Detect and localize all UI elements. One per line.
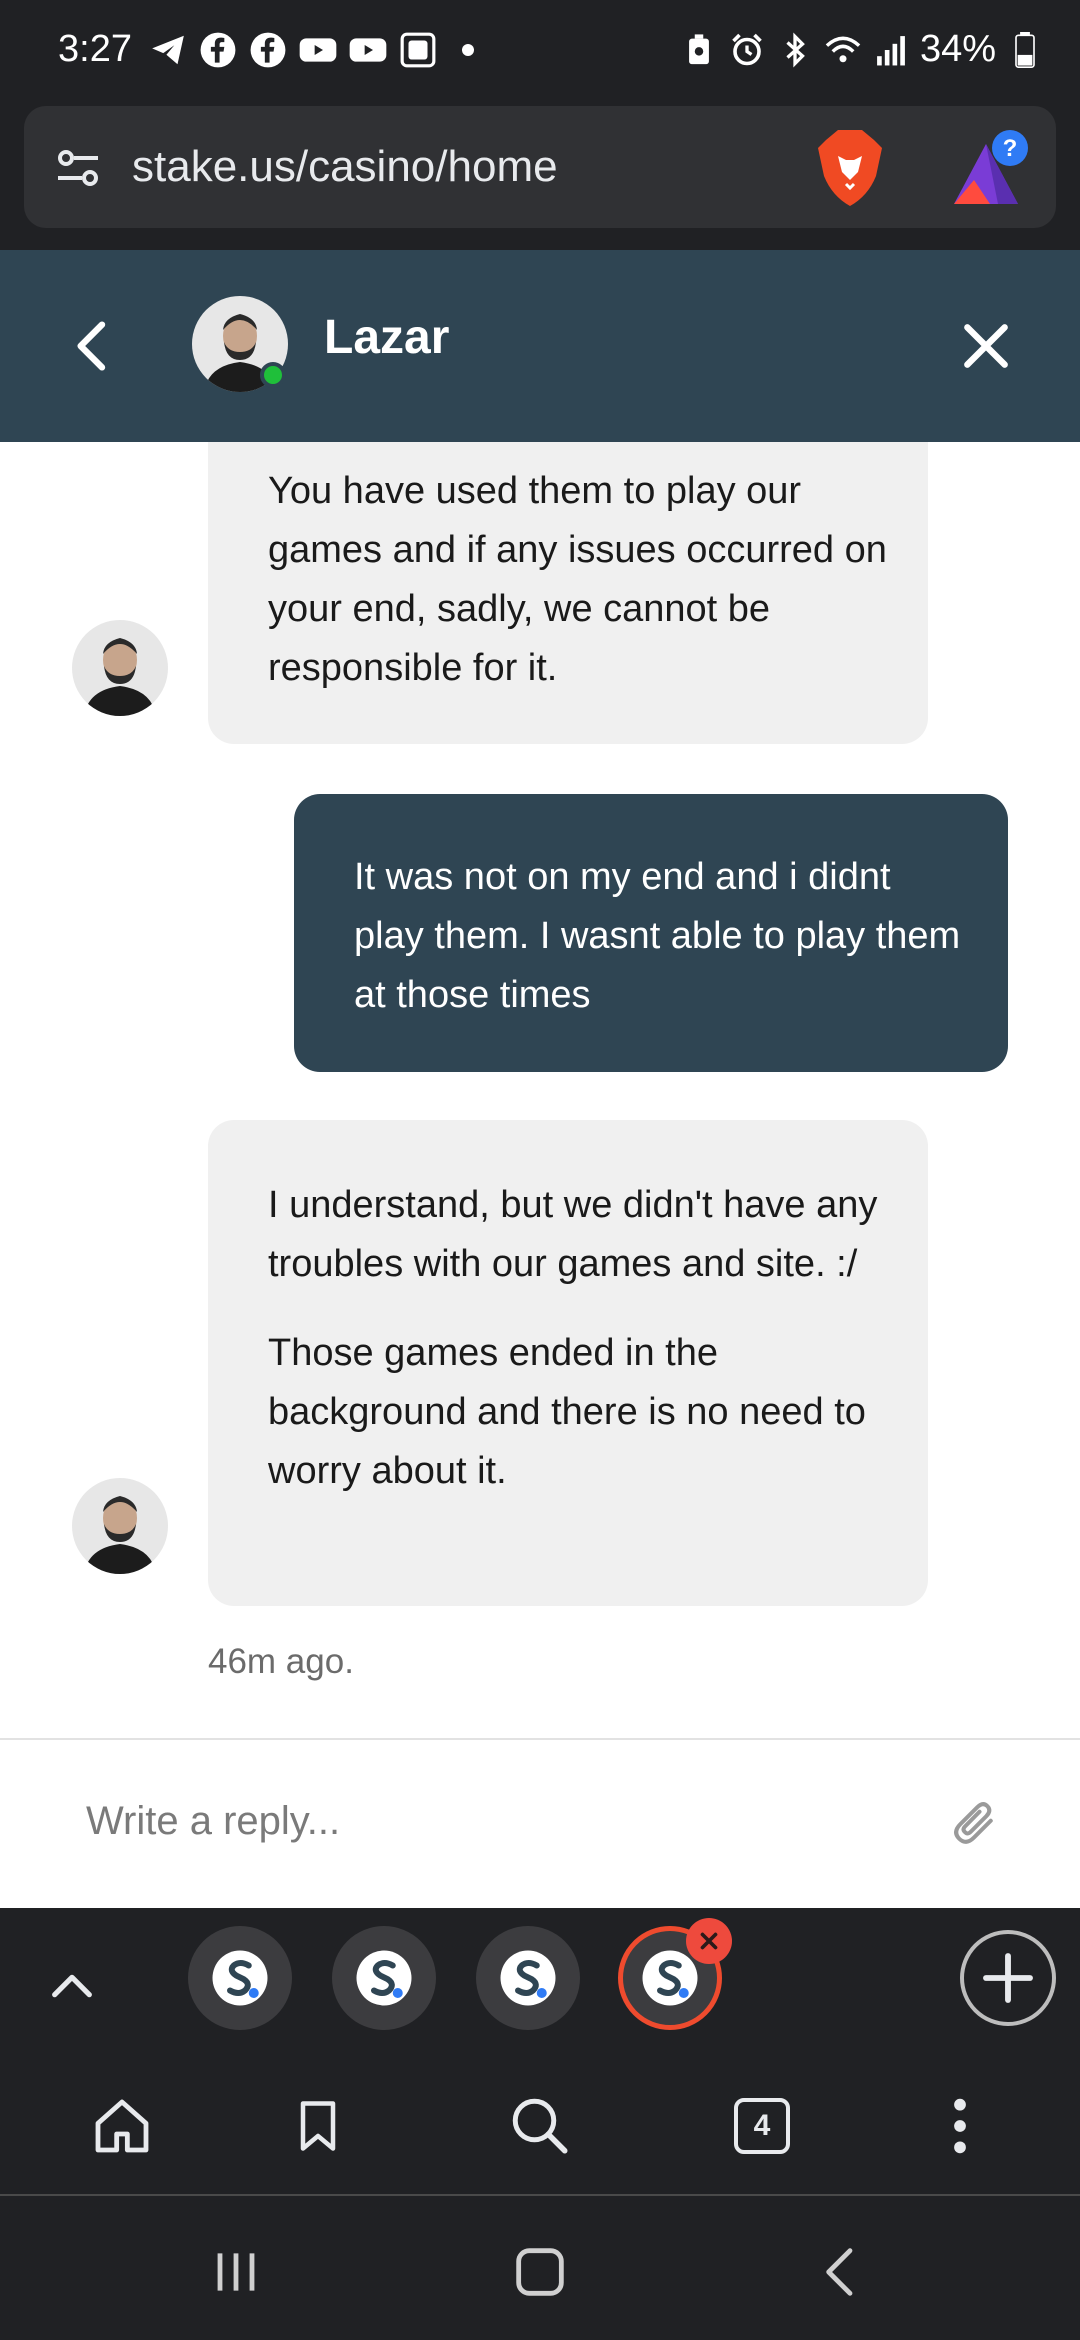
online-status-indicator xyxy=(260,362,286,388)
reply-composer xyxy=(0,1738,1080,1908)
bookmark-icon xyxy=(300,2101,336,2151)
home-button[interactable] xyxy=(86,2090,158,2162)
message-text: It was not on my end and i didnt play th… xyxy=(354,856,961,1016)
more-notifications-dot xyxy=(462,44,474,56)
system-status: 34% xyxy=(680,28,1044,71)
status-bar: 3:27 34% xyxy=(0,0,1080,104)
app-icon xyxy=(398,30,438,70)
user-message: It was not on my end and i didnt play th… xyxy=(294,794,1008,1072)
reply-input[interactable] xyxy=(86,1776,926,1866)
battery-saver-icon xyxy=(680,31,718,69)
battery-icon xyxy=(1006,31,1044,69)
notification-icons xyxy=(148,30,474,70)
search-button[interactable] xyxy=(504,2090,576,2162)
site-settings-icon[interactable] xyxy=(54,144,102,192)
recent-apps-icon[interactable] xyxy=(204,2240,268,2304)
facebook-icon xyxy=(198,30,238,70)
tab-thumbnail[interactable] xyxy=(188,1926,292,2030)
attachment-icon[interactable] xyxy=(948,1796,1002,1850)
message-text: I understand, but we didn't have any tro… xyxy=(268,1184,878,1285)
tab-count: 4 xyxy=(734,2098,790,2154)
bluetooth-icon xyxy=(776,31,814,69)
agent-avatar xyxy=(72,1478,168,1574)
close-icon xyxy=(700,1932,718,1950)
agent-message: I understand, but we didn't have any tro… xyxy=(208,1120,928,1606)
alarm-icon xyxy=(728,31,766,69)
telegram-icon xyxy=(148,30,188,70)
person-avatar-icon xyxy=(72,1478,168,1574)
youtube-icon xyxy=(298,30,338,70)
browser-toolbar: stake.us/casino/home ? xyxy=(0,104,1080,250)
message-list[interactable]: You have used them to play our games and… xyxy=(0,442,1080,1738)
search-icon xyxy=(512,2098,568,2154)
stake-favicon-icon xyxy=(642,1950,698,2006)
tabs-button[interactable]: 4 xyxy=(726,2090,798,2162)
svg-text:?: ? xyxy=(1003,135,1018,162)
system-navigation-bar xyxy=(0,2196,1080,2340)
browser-bottom-nav: 4 xyxy=(0,2060,1080,2196)
home-icon xyxy=(95,2099,149,2153)
battery-percent: 34% xyxy=(919,28,996,70)
stake-favicon-icon xyxy=(212,1950,268,2006)
close-chat-button[interactable] xyxy=(954,314,1018,378)
person-avatar-icon xyxy=(72,620,168,716)
address-bar[interactable]: stake.us/casino/home ? xyxy=(24,106,1056,228)
more-vert-icon xyxy=(954,2098,966,2154)
back-button[interactable] xyxy=(62,314,126,378)
chevron-up-icon[interactable] xyxy=(46,1960,98,2012)
youtube-icon xyxy=(348,30,388,70)
stake-favicon-icon xyxy=(356,1950,412,2006)
brave-shields-icon[interactable] xyxy=(814,128,886,208)
tab-thumbnail[interactable] xyxy=(332,1926,436,2030)
agent-message: You have used them to play our games and… xyxy=(208,442,928,744)
close-tab-button[interactable] xyxy=(686,1918,732,1964)
back-system-icon[interactable] xyxy=(810,2240,874,2304)
bookmarks-button[interactable] xyxy=(282,2090,354,2162)
tab-thumbnail[interactable] xyxy=(476,1926,580,2030)
facebook-icon xyxy=(248,30,288,70)
signal-icon xyxy=(872,31,910,69)
home-system-icon[interactable] xyxy=(508,2240,572,2304)
agent-name: Lazar xyxy=(324,311,450,364)
message-text: Those games ended in the background and … xyxy=(268,1332,866,1492)
message-timestamp: 46m ago. xyxy=(208,1642,354,1681)
tab-group-strip xyxy=(0,1908,1080,2060)
leo-ai-icon[interactable]: ? xyxy=(950,128,1034,208)
status-time: 3:27 xyxy=(58,28,132,70)
url-text[interactable]: stake.us/casino/home xyxy=(132,142,558,192)
wifi-icon xyxy=(824,31,862,69)
menu-button[interactable] xyxy=(924,2090,996,2162)
chat-header: Lazar xyxy=(0,250,1080,442)
stake-favicon-icon xyxy=(500,1950,556,2006)
plus-icon xyxy=(983,1953,1033,2003)
agent-avatar xyxy=(72,620,168,716)
message-text: You have used them to play our games and… xyxy=(268,470,887,689)
new-tab-button[interactable] xyxy=(960,1930,1056,2026)
